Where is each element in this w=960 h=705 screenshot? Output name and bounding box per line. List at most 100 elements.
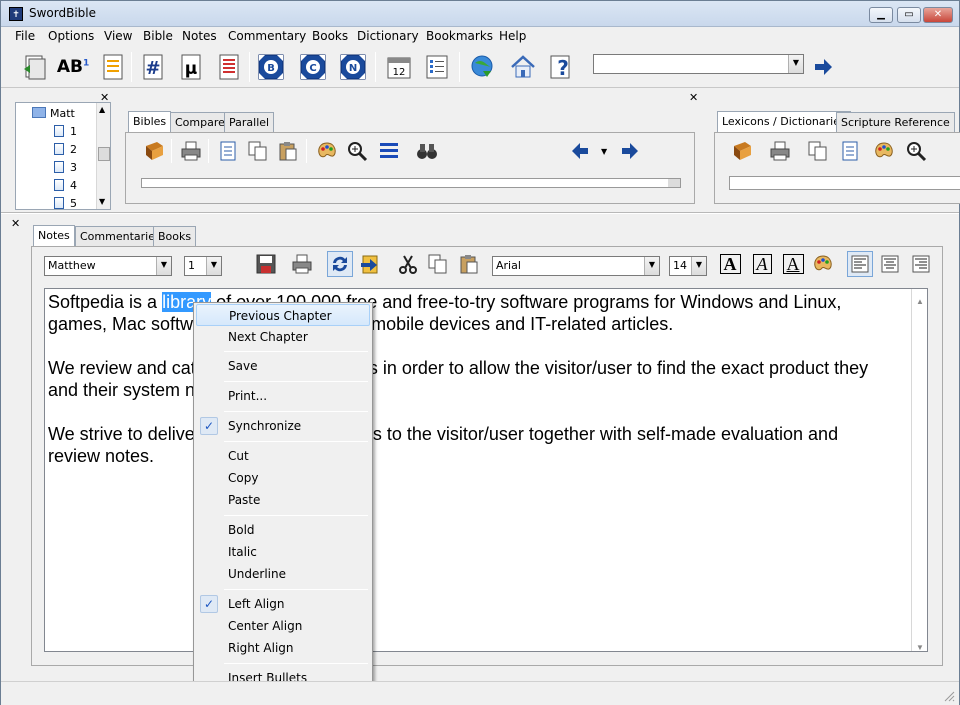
- chapter-select[interactable]: 1 ▼: [184, 256, 222, 276]
- bible-copy-button[interactable]: [245, 138, 271, 164]
- lexicon-select-button[interactable]: [729, 138, 755, 164]
- align-center-button[interactable]: [877, 251, 903, 277]
- scroll-up-icon[interactable]: ▲: [916, 291, 924, 313]
- tab-compare[interactable]: Compare: [170, 112, 230, 132]
- menu-item-save[interactable]: Save: [196, 355, 370, 377]
- lexicon-search-field[interactable]: [729, 176, 960, 190]
- notes-cut-button[interactable]: [395, 251, 421, 277]
- search-combo[interactable]: ▼: [593, 54, 804, 74]
- menu-file[interactable]: File: [15, 29, 35, 43]
- menu-item-underline[interactable]: Underline: [196, 563, 370, 585]
- menu-item-print[interactable]: Print...: [196, 385, 370, 407]
- chevron-down-icon[interactable]: ▼: [644, 257, 659, 275]
- notes-jump-button[interactable]: [357, 251, 383, 277]
- menu-help[interactable]: Help: [499, 29, 526, 43]
- bold-button[interactable]: A: [717, 251, 743, 277]
- font-size-select[interactable]: 14 ▼: [669, 256, 707, 276]
- tab-parallel[interactable]: Parallel: [224, 112, 275, 132]
- tree-item-matt[interactable]: Matt: [32, 105, 75, 123]
- menu-options[interactable]: Options: [48, 29, 94, 43]
- chevron-down-icon[interactable]: ▼: [691, 257, 706, 275]
- tab-notes[interactable]: Notes: [33, 225, 75, 246]
- menu-item-right-align[interactable]: Right Align: [196, 637, 370, 659]
- notes-paste-button[interactable]: [456, 251, 482, 277]
- bibles-panel-close-icon[interactable]: ✕: [689, 91, 698, 104]
- menu-dictionary[interactable]: Dictionary: [357, 29, 419, 43]
- scroll-thumb[interactable]: [98, 147, 110, 161]
- notes-window-button[interactable]: N: [337, 51, 369, 83]
- history-chevron-down-icon[interactable]: ▼: [601, 147, 607, 156]
- editor-scrollbar[interactable]: ▲ ▼: [911, 289, 927, 651]
- notes-print-button[interactable]: [289, 251, 315, 277]
- notes-editor[interactable]: Softpedia is a library of over 100,000 f…: [44, 288, 928, 652]
- tree-item-chapter[interactable]: 3: [54, 159, 77, 177]
- resize-grip-icon[interactable]: [943, 690, 955, 702]
- lexicon-color-button[interactable]: [871, 138, 897, 164]
- scroll-down-icon[interactable]: ▼: [916, 637, 924, 651]
- go-button[interactable]: [807, 51, 839, 83]
- commentary-window-button[interactable]: C: [297, 51, 329, 83]
- lexicon-doc-button[interactable]: [837, 138, 863, 164]
- bible-color-button[interactable]: [314, 138, 340, 164]
- bible-doc-button[interactable]: [215, 138, 241, 164]
- align-right-button[interactable]: [908, 251, 934, 277]
- bible-paste-button[interactable]: [275, 138, 301, 164]
- bible-window-button[interactable]: B: [255, 51, 287, 83]
- menu-item-cut[interactable]: Cut: [196, 445, 370, 467]
- mu-button[interactable]: µ: [175, 51, 207, 83]
- notes-copy-button[interactable]: [425, 251, 451, 277]
- tree-item-chapter[interactable]: 5: [54, 195, 77, 209]
- menu-item-bold[interactable]: Bold: [196, 519, 370, 541]
- list-button[interactable]: [421, 51, 453, 83]
- underline-button[interactable]: A: [780, 251, 806, 277]
- bible-select-button[interactable]: [141, 138, 167, 164]
- book-select[interactable]: Matthew ▼: [44, 256, 172, 276]
- notes-save-button[interactable]: [253, 251, 279, 277]
- close-button[interactable]: ✕: [923, 7, 953, 23]
- home-button[interactable]: [507, 51, 539, 83]
- menu-item-paste[interactable]: Paste: [196, 489, 370, 511]
- tab-scripture-reference[interactable]: Scripture Reference: [836, 112, 955, 132]
- font-select[interactable]: Arial ▼: [492, 256, 660, 276]
- menu-notes[interactable]: Notes: [182, 29, 217, 43]
- maximize-button[interactable]: ▭: [897, 7, 921, 23]
- menu-view[interactable]: View: [104, 29, 132, 43]
- hash-button[interactable]: #: [137, 51, 169, 83]
- bible-lines-button[interactable]: [376, 138, 402, 164]
- menu-item-copy[interactable]: Copy: [196, 467, 370, 489]
- tree-item-chapter[interactable]: 1: [54, 123, 77, 141]
- ab-button[interactable]: AB1: [57, 51, 89, 83]
- menu-books[interactable]: Books: [312, 29, 348, 43]
- menu-bookmarks[interactable]: Bookmarks: [426, 29, 493, 43]
- lexicon-print-button[interactable]: [767, 138, 793, 164]
- internet-button[interactable]: [467, 51, 499, 83]
- notes-panel-close-icon[interactable]: ✕: [11, 217, 20, 230]
- menu-item-next-chapter[interactable]: Next Chapter: [196, 326, 370, 348]
- tree-scrollbar[interactable]: ▲ ▼: [96, 103, 110, 209]
- chevron-down-icon[interactable]: ▼: [156, 257, 171, 275]
- lexicon-zoom-button[interactable]: [903, 138, 929, 164]
- align-left-button[interactable]: [847, 251, 873, 277]
- minimize-button[interactable]: ▁: [869, 7, 893, 23]
- menu-item-left-align[interactable]: ✓ Left Align: [196, 593, 370, 615]
- text-color-button[interactable]: [810, 251, 836, 277]
- lexicon-copy-button[interactable]: [805, 138, 831, 164]
- italic-button[interactable]: A: [749, 251, 775, 277]
- menu-item-italic[interactable]: Italic: [196, 541, 370, 563]
- menu-bible[interactable]: Bible: [143, 29, 173, 43]
- menu-item-synchronize[interactable]: ✓ Synchronize: [196, 415, 370, 437]
- calendar-button[interactable]: 12: [383, 51, 415, 83]
- menu-item-previous-chapter[interactable]: Previous Chapter: [196, 304, 370, 326]
- tab-bibles[interactable]: Bibles: [128, 111, 172, 132]
- scroll-up-icon[interactable]: ▲: [99, 105, 105, 114]
- bible-print-button[interactable]: [178, 138, 204, 164]
- tab-lexicons[interactable]: Lexicons / Dictionaries: [717, 111, 851, 132]
- tree-item-chapter[interactable]: 4: [54, 177, 77, 195]
- notes-sync-button[interactable]: [327, 251, 353, 277]
- bible-forward-button[interactable]: [616, 138, 642, 164]
- bible-back-button[interactable]: [568, 138, 594, 164]
- scroll-down-icon[interactable]: ▼: [99, 197, 105, 206]
- tree-item-chapter[interactable]: 2: [54, 141, 77, 159]
- menu-commentary[interactable]: Commentary: [228, 29, 306, 43]
- bible-search-button[interactable]: [414, 138, 440, 164]
